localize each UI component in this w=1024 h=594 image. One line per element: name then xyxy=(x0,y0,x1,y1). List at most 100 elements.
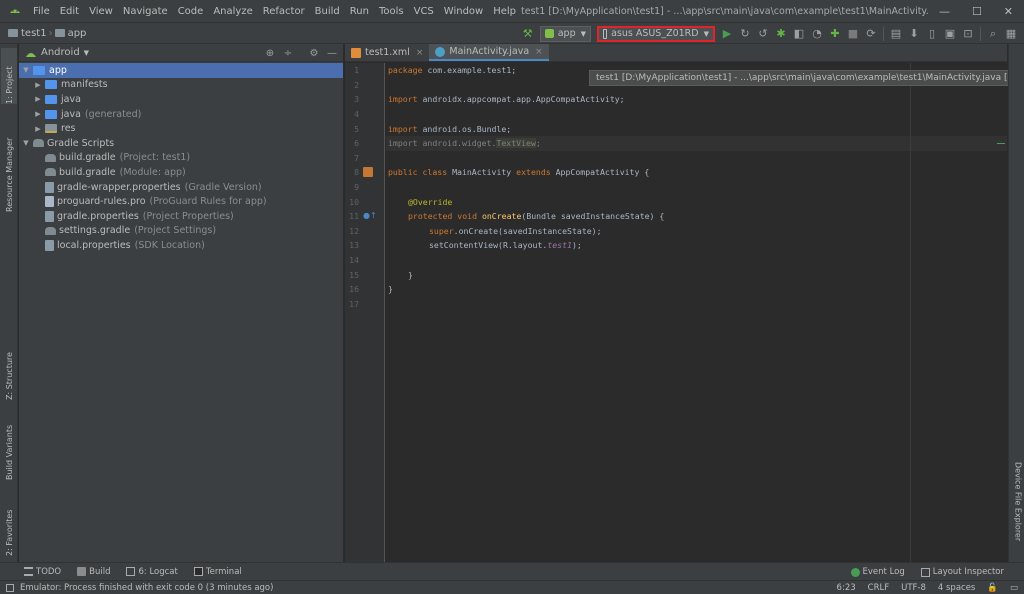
device-selector[interactable]: asus ASUS_Z01RD ▼ xyxy=(597,25,715,42)
avd-manager-icon[interactable]: ▯ xyxy=(923,25,941,43)
menu-code[interactable]: Code xyxy=(173,6,209,17)
attach-debugger-icon[interactable]: ✚ xyxy=(826,25,844,43)
tool-layout-inspector[interactable]: Layout Inspector xyxy=(920,567,1004,577)
tab-favorites[interactable]: 2: Favorites xyxy=(1,500,17,556)
java-class-icon xyxy=(435,46,446,57)
minimize-button[interactable]: — xyxy=(939,5,950,18)
menu-run[interactable]: Run xyxy=(345,6,374,17)
override-marker-icon[interactable]: ●↑ xyxy=(363,211,377,220)
tab-resource-manager-label: Resource Manager xyxy=(4,137,14,212)
run-icon[interactable]: ▶ xyxy=(718,25,736,43)
tab-device-file-explorer[interactable]: Device File Explorer xyxy=(1010,462,1024,554)
menu-analyze[interactable]: Analyze xyxy=(208,6,257,17)
tree-item-label: java xyxy=(61,108,81,120)
project-view-mode[interactable]: Android xyxy=(41,47,80,58)
layout-inspector-icon[interactable]: ⊡ xyxy=(959,25,977,43)
maximize-button[interactable]: ☐ xyxy=(972,5,982,18)
menu-file[interactable]: File xyxy=(28,6,55,17)
menu-refactor[interactable]: Refactor xyxy=(258,6,310,17)
breadcrumb-module[interactable]: app xyxy=(68,28,87,39)
tab-project[interactable]: 1: Project xyxy=(1,48,17,104)
status-message[interactable]: Emulator: Process finished with exit cod… xyxy=(20,583,273,593)
tree-item-gradle-scripts[interactable]: ▼ Gradle Scripts xyxy=(19,136,343,151)
logcat-icon xyxy=(126,567,136,576)
gear-icon[interactable]: ⚙ xyxy=(307,46,321,60)
menu-help[interactable]: Help xyxy=(488,6,521,17)
menu-build[interactable]: Build xyxy=(310,6,345,17)
hide-panel-icon[interactable]: — xyxy=(325,46,339,60)
close-window-button[interactable]: ✕ xyxy=(1004,5,1013,18)
tab-build-variants[interactable]: Build Variants xyxy=(1,420,17,480)
menu-vcs[interactable]: VCS xyxy=(409,6,439,17)
tab-test1-xml[interactable]: test1.xml × xyxy=(345,44,429,61)
tree-item-manifests[interactable]: ▶ manifests xyxy=(19,78,343,93)
chevron-right-icon[interactable]: ▶ xyxy=(33,81,43,89)
tree-item-res[interactable]: ▶ res xyxy=(19,121,343,136)
search-icon[interactable]: ⌕ xyxy=(984,25,1002,43)
device-manager-icon[interactable]: ▣ xyxy=(941,25,959,43)
class-run-icon[interactable] xyxy=(363,167,373,177)
tool-terminal[interactable]: Terminal xyxy=(193,567,242,577)
tool-build[interactable]: Build xyxy=(77,567,110,577)
tab-structure[interactable]: Z: Structure xyxy=(1,342,17,400)
phone-icon xyxy=(603,28,608,39)
run-config-selector[interactable]: app ▼ xyxy=(539,25,591,42)
memory-indicator-icon[interactable]: ▭ xyxy=(1010,583,1018,593)
run-with-coverage-icon[interactable]: ◧ xyxy=(790,25,808,43)
collapse-all-icon[interactable]: ÷ xyxy=(281,46,295,60)
breadcrumb-project[interactable]: test1 xyxy=(21,28,47,39)
gradle-sync-icon[interactable]: ⟳ xyxy=(862,25,880,43)
chevron-right-icon[interactable]: ▶ xyxy=(33,125,43,133)
tool-event-log[interactable]: Event Log xyxy=(850,567,905,577)
tree-item-settings-gradle[interactable]: settings.gradle (Project Settings) xyxy=(19,224,343,239)
close-tab-icon[interactable]: × xyxy=(535,47,543,57)
grid-icon[interactable]: ▦ xyxy=(1002,25,1020,43)
tree-item-build-gradle-module[interactable]: build.gradle (Module: app) xyxy=(19,165,343,180)
tree-item-local-properties[interactable]: local.properties (SDK Location) xyxy=(19,238,343,253)
stop-icon[interactable]: ■ xyxy=(844,25,862,43)
line-separator[interactable]: CRLF xyxy=(868,583,889,593)
tree-item-java[interactable]: ▶ java xyxy=(19,92,343,107)
tab-resource-manager[interactable]: Resource Manager xyxy=(1,124,17,212)
code-line-16: } xyxy=(386,282,1007,297)
apply-code-changes-icon[interactable]: ↺ xyxy=(754,25,772,43)
menu-window[interactable]: Window xyxy=(439,6,488,17)
menu-edit[interactable]: Edit xyxy=(55,6,84,17)
menu-navigate[interactable]: Navigate xyxy=(118,6,173,17)
code-area[interactable]: package com.example.test1; import androi… xyxy=(386,63,1007,562)
debug-bug-icon[interactable]: ✱ xyxy=(772,25,790,43)
tree-item-label: manifests xyxy=(61,79,108,91)
lock-icon[interactable]: 🔓 xyxy=(987,583,998,593)
caret-position[interactable]: 6:23 xyxy=(837,583,856,593)
tree-item-app[interactable]: ▼ app xyxy=(19,63,343,78)
tree-item-gradle-wrapper-properties[interactable]: gradle-wrapper.properties (Gradle Versio… xyxy=(19,180,343,195)
menu-view[interactable]: View xyxy=(84,6,118,17)
chevron-right-icon[interactable]: ▶ xyxy=(33,95,43,103)
profile-icon[interactable]: ◔ xyxy=(808,25,826,43)
make-project-hammer-icon[interactable]: ⚒ xyxy=(519,25,537,43)
tree-item-proguard-rules[interactable]: proguard-rules.pro (ProGuard Rules for a… xyxy=(19,194,343,209)
close-tab-icon[interactable]: × xyxy=(416,48,424,58)
file-encoding[interactable]: UTF-8 xyxy=(901,583,926,593)
tree-item-gradle-properties[interactable]: gradle.properties (Project Properties) xyxy=(19,209,343,224)
sdk-manager-icon[interactable]: ⬇ xyxy=(905,25,923,43)
chevron-down-icon[interactable]: ▼ xyxy=(21,139,31,147)
tool-logcat[interactable]: 6: Logcat xyxy=(126,567,178,577)
tab-mainactivity-java[interactable]: MainActivity.java × xyxy=(429,44,549,61)
menu-tools[interactable]: Tools xyxy=(374,6,409,17)
line-number-label: 9 xyxy=(354,182,359,193)
chevron-right-icon[interactable]: ▶ xyxy=(33,110,43,118)
select-opened-file-icon[interactable]: ⊕ xyxy=(263,46,277,60)
tree-item-java-generated[interactable]: ▶ java (generated) xyxy=(19,107,343,122)
tool-todo[interactable]: TODO xyxy=(24,567,61,577)
terminal-icon xyxy=(193,567,203,576)
project-structure-icon[interactable]: ▤ xyxy=(887,25,905,43)
apply-changes-restart-icon[interactable]: ↻ xyxy=(736,25,754,43)
code-line-15: } xyxy=(386,267,1007,282)
properties-file-icon xyxy=(45,210,54,222)
indent-setting[interactable]: 4 spaces xyxy=(938,583,975,593)
tree-item-build-gradle-project[interactable]: build.gradle (Project: test1) xyxy=(19,151,343,166)
chevron-down-icon[interactable]: ▼ xyxy=(21,66,31,74)
chevron-down-icon[interactable]: ▼ xyxy=(84,49,89,57)
status-expand-icon[interactable] xyxy=(6,583,14,592)
